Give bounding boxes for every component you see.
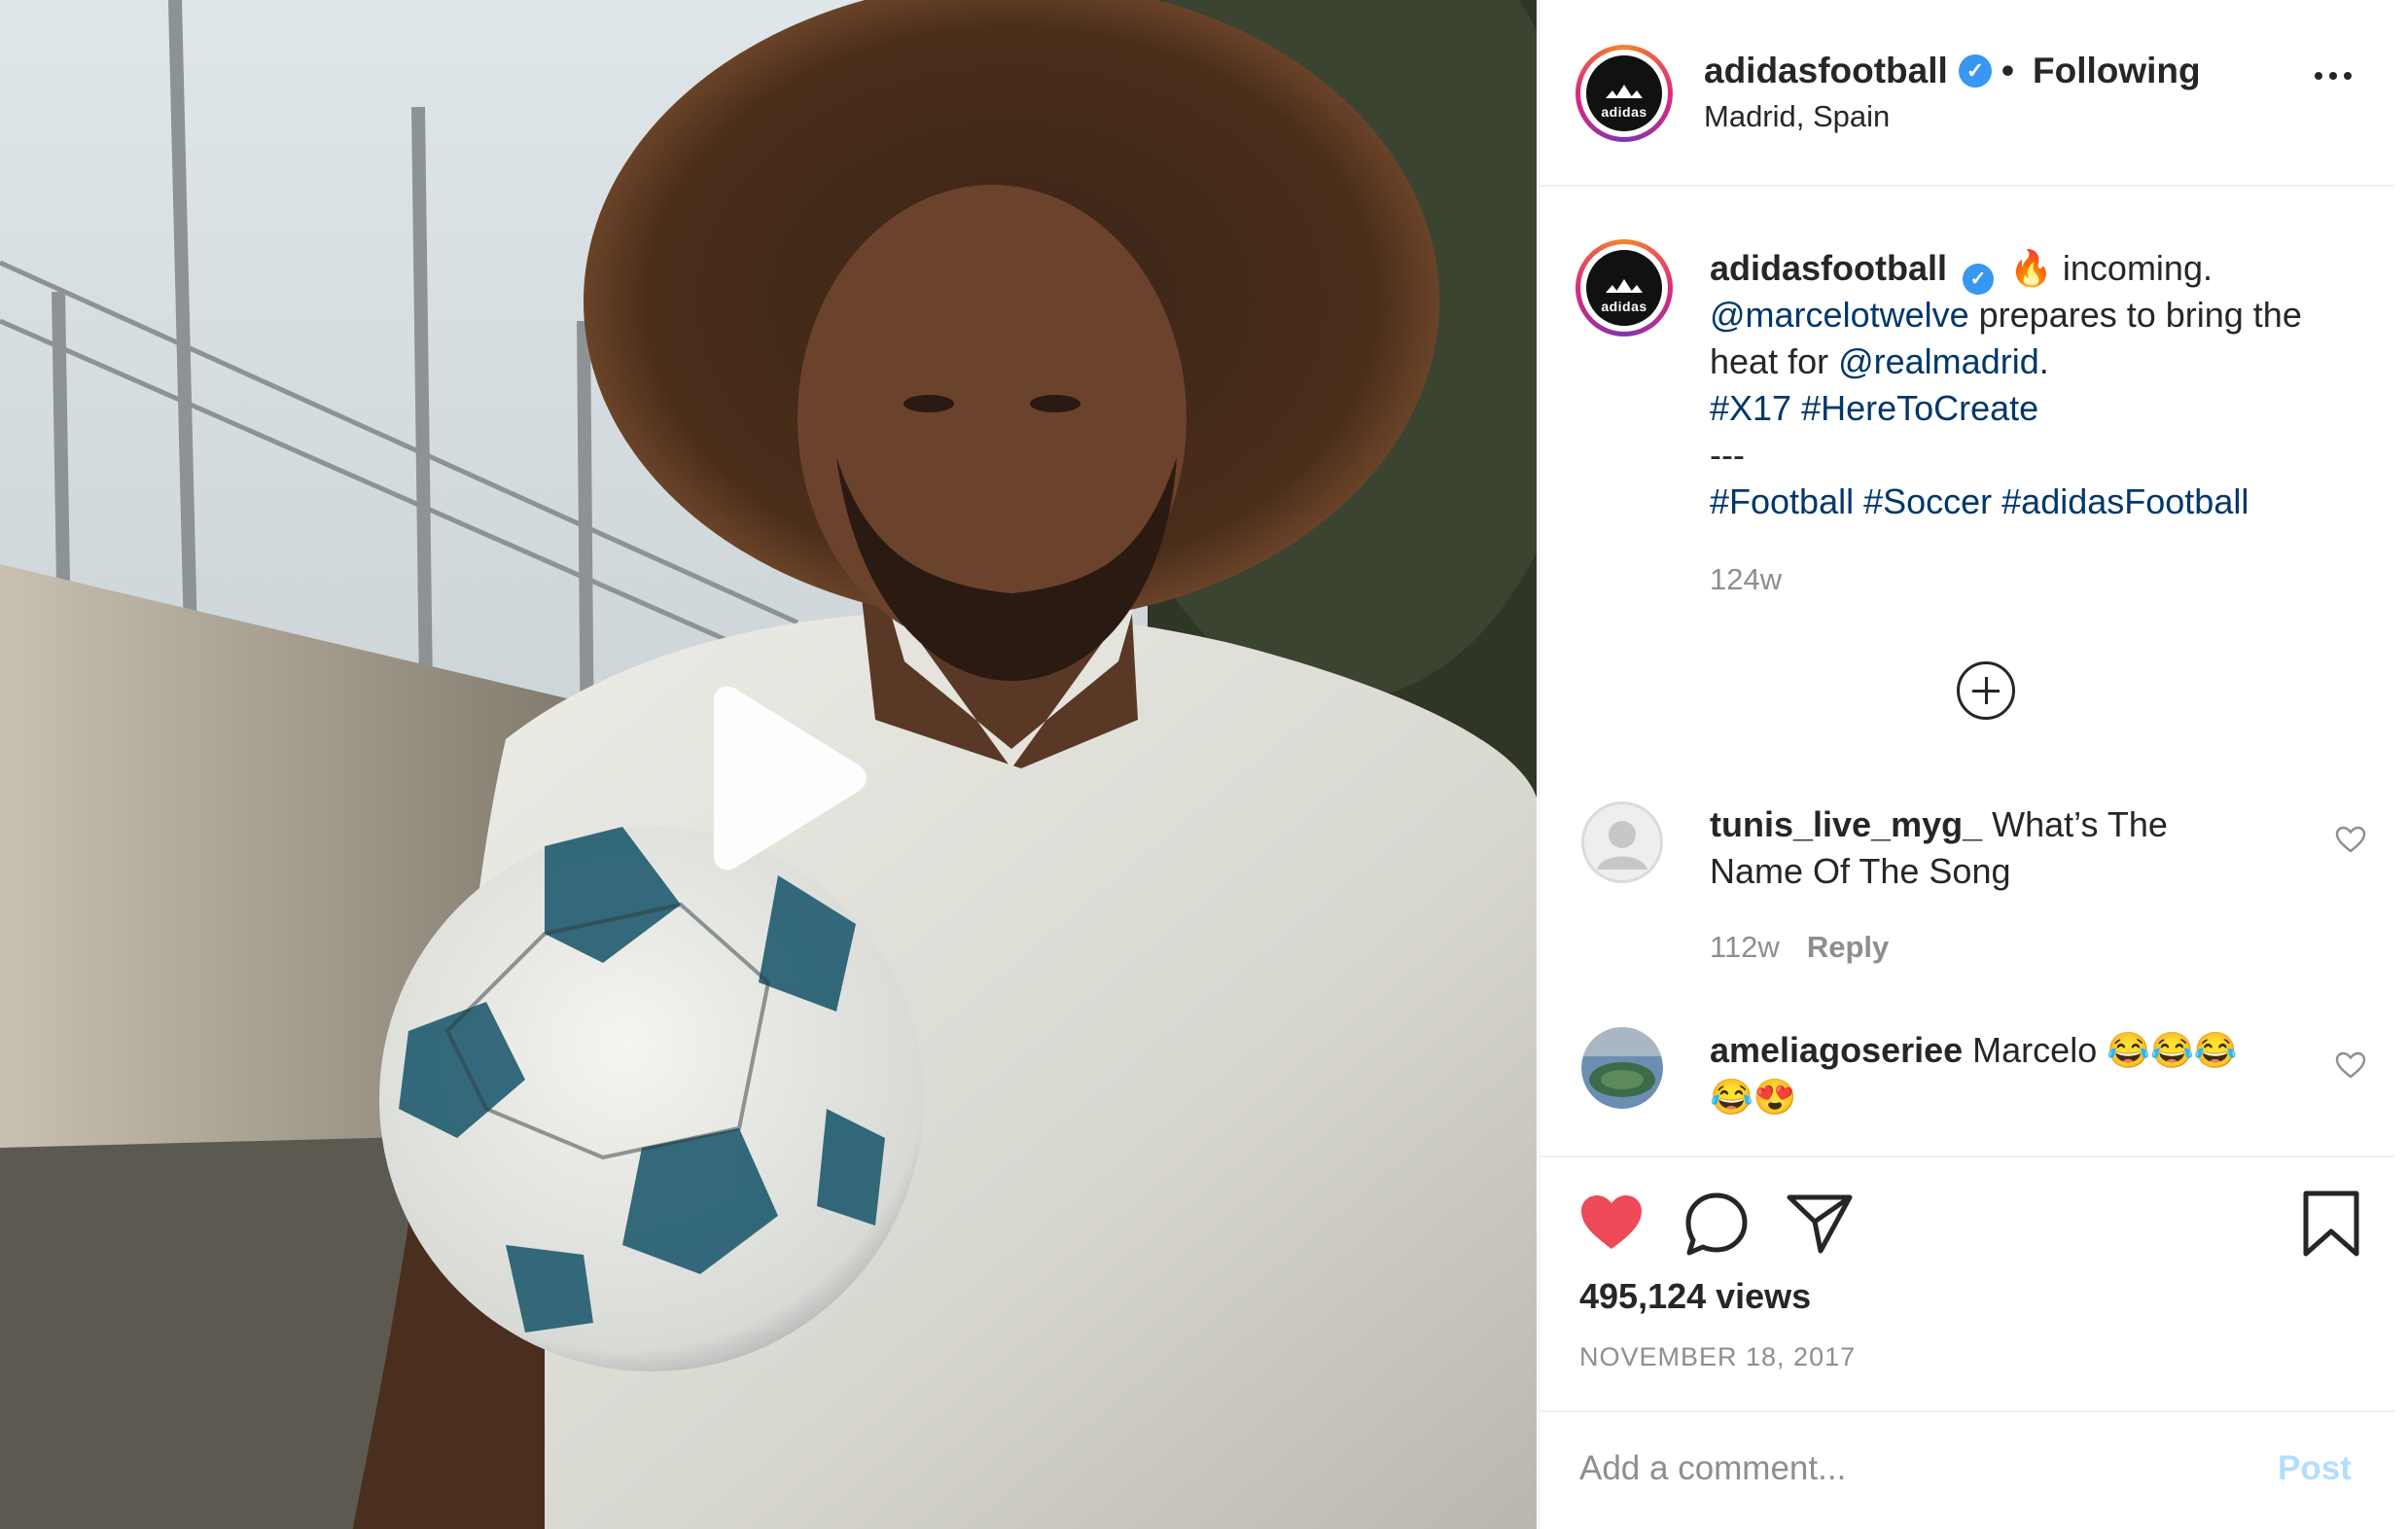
comment-item: ameliagoseriee Marcelo 😂😂😂 😂😍 [1710,1027,2254,1120]
avatar-logo-text: adidas [1601,104,1647,120]
header-username[interactable]: adidasfootball [1704,51,1948,91]
caption-line-1: adidasfootball ✓ 🔥 incoming. [1710,245,2352,295]
actions-divider [1539,1156,2394,1157]
adidas-logo-icon: adidas [1586,250,1662,326]
default-avatar-icon [1582,802,1662,882]
caption-text-mid: prepares to bring the [1978,295,2302,335]
comment-like-heart-icon[interactable] [2334,1050,2367,1080]
caption-period: . [2038,341,2049,381]
avatar-logo-text: adidas [1601,299,1647,314]
bookmark-icon[interactable] [2299,1189,2363,1259]
adidas-logo-icon: adidas [1586,55,1662,131]
caption-line-3: heat for @realmadrid. [1710,338,2352,385]
comment-username[interactable]: ameliagoseriee [1710,1030,1963,1070]
header-divider [1539,185,2394,187]
reply-button[interactable]: Reply [1807,930,1889,964]
comment-username[interactable]: tunis_live_myg_ [1710,804,1982,844]
caption-text-start: incoming. [2062,248,2213,288]
comment-box-divider [1539,1410,2394,1412]
verified-badge-icon: ✓ [1963,264,1995,295]
post-comment-button[interactable]: Post [2278,1449,2352,1488]
view-count[interactable]: 495,124 views [1579,1276,1811,1317]
plus-circle-icon[interactable] [1957,661,2015,720]
verified-badge-icon: ✓ [1959,54,1992,88]
play-icon[interactable] [692,681,877,875]
caption-line-2: @marcelotwelve prepares to bring the [1710,292,2352,338]
comment-meta: 112w Reply [1710,930,1889,965]
post-caption: adidasfootball ✓ 🔥 incoming. @marcelotwe… [1710,245,2352,525]
heart-icon[interactable] [1577,1192,1646,1253]
post-video[interactable] [0,0,1537,1529]
mention-realmadrid[interactable]: @realmadrid [1838,341,2039,381]
caption-username[interactable]: adidasfootball [1710,248,1947,288]
caption-text-heat: heat for [1710,341,1829,381]
comment-input[interactable]: Add a comment... [1579,1449,1846,1488]
follow-status-button[interactable]: Following [2033,51,2201,91]
comment-avatar[interactable] [1581,801,1663,883]
fire-emoji: 🔥 [2009,248,2053,288]
instagram-post-window: adidas adidasfootball ✓ • Following Madr… [0,0,2408,1529]
comment-icon[interactable] [1682,1191,1751,1259]
caption-author-avatar[interactable]: adidas [1576,239,1673,337]
share-icon[interactable] [1786,1192,1854,1255]
caption-separator: --- [1710,435,1745,475]
header-separator: • [2001,51,2014,90]
post-location[interactable]: Madrid, Spain [1704,99,1890,134]
caption-hashtags-1[interactable]: #X17 #HereToCreate [1710,385,2352,432]
comment-avatar[interactable] [1581,1027,1663,1109]
comment-like-heart-icon[interactable] [2334,825,2367,854]
stadium-avatar-image [1581,1027,1663,1109]
more-options-icon[interactable] [2315,68,2354,84]
comment-age[interactable]: 112w [1710,930,1780,964]
comment-item: tunis_live_myg_ What’s The Name Of The S… [1710,801,2254,895]
mention-marcelotwelve[interactable]: @marcelotwelve [1710,295,1969,335]
caption-age[interactable]: 124w [1710,562,1782,597]
caption-hashtags-2[interactable]: #Football #Soccer #adidasFootball [1710,479,2352,525]
author-avatar[interactable]: adidas [1576,45,1673,142]
post-date[interactable]: NOVEMBER 18, 2017 [1579,1342,1856,1372]
